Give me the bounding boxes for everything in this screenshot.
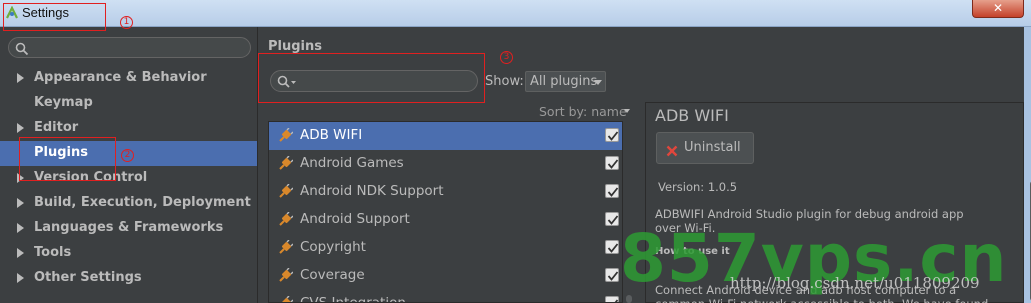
plugin-name: CVS Integration xyxy=(300,295,406,303)
plugin-detail-title: ADB WIFI xyxy=(655,106,729,125)
uninstall-button[interactable]: Uninstall xyxy=(656,132,754,164)
expand-arrow-icon[interactable] xyxy=(17,73,24,83)
sidebar-item-appearance-behavior[interactable]: Appearance & Behavior xyxy=(0,66,257,91)
sidebar-item-label: Tools xyxy=(34,245,72,260)
sidebar-item-build-execution-deployment[interactable]: Build, Execution, Deployment xyxy=(0,191,257,216)
plugin-row[interactable]: Coverage xyxy=(269,262,622,290)
plugin-icon xyxy=(277,183,294,200)
plugin-enabled-checkbox[interactable] xyxy=(605,156,619,170)
sidebar-item-label: Languages & Frameworks xyxy=(34,220,224,235)
plugin-enabled-checkbox[interactable] xyxy=(605,268,619,282)
plugin-enabled-checkbox[interactable] xyxy=(605,240,619,254)
plugin-name: Android NDK Support xyxy=(300,183,444,199)
annotation-number-2: 2 xyxy=(121,149,134,162)
annotation-number-1: 1 xyxy=(120,16,133,29)
annotation-box-3 xyxy=(258,53,485,103)
sidebar-item-label: Editor xyxy=(34,120,79,135)
settings-search-input[interactable] xyxy=(8,37,251,58)
plugin-name: Coverage xyxy=(300,267,365,283)
expand-arrow-icon[interactable] xyxy=(17,273,24,283)
plugin-row[interactable]: Copyright xyxy=(269,234,622,262)
plugin-row[interactable]: Android Support xyxy=(269,206,622,234)
sidebar-item-tools[interactable]: Tools xyxy=(0,241,257,266)
expand-arrow-icon[interactable] xyxy=(17,198,24,208)
sidebar-item-label: Other Settings xyxy=(34,270,142,285)
plugin-enabled-checkbox[interactable] xyxy=(605,212,619,226)
annotation-number-3: 3 xyxy=(500,51,513,64)
chevron-down-icon xyxy=(594,80,602,85)
plugin-name: Android Games xyxy=(300,155,404,171)
sidebar-item-label: Keymap xyxy=(34,95,93,110)
sidebar-item-languages-frameworks[interactable]: Languages & Frameworks xyxy=(0,216,257,241)
red-x-icon xyxy=(666,142,678,161)
plugin-enabled-checkbox[interactable] xyxy=(605,128,619,142)
close-window-button[interactable]: ✕ xyxy=(972,0,1024,18)
plugin-icon xyxy=(277,239,294,256)
sort-dropdown-arrow-icon[interactable] xyxy=(624,109,630,113)
annotation-box-1 xyxy=(3,3,106,31)
plugin-icon xyxy=(277,267,294,284)
plugin-version: Version: 1.0.5 xyxy=(658,180,738,194)
plugin-enabled-checkbox[interactable] xyxy=(605,296,619,302)
sort-bar: Sort by: name xyxy=(268,102,635,121)
sidebar-item-other-settings[interactable]: Other Settings xyxy=(0,266,257,291)
watermark-url: http://blog.csdn.net/u011809209 xyxy=(730,274,980,292)
plugin-icon xyxy=(277,295,294,302)
plugin-list: ADB WIFI Android Games Android NDK Support… xyxy=(268,121,623,303)
plugin-name: Android Support xyxy=(300,211,410,227)
plugin-row[interactable]: Android NDK Support xyxy=(269,178,622,206)
show-filter-value: All plugins xyxy=(530,74,598,89)
plugin-row[interactable]: Android Games xyxy=(269,150,622,178)
sort-by-button[interactable]: Sort by: name xyxy=(539,104,627,119)
expand-arrow-icon[interactable] xyxy=(17,223,24,233)
expand-arrow-icon[interactable] xyxy=(17,123,24,133)
show-filter-dropdown[interactable]: All plugins xyxy=(525,71,606,92)
window-title-bar xyxy=(0,0,1031,27)
sidebar-item-keymap[interactable]: Keymap xyxy=(0,91,257,116)
expand-arrow-icon[interactable] xyxy=(17,248,24,258)
sidebar-item-label: Build, Execution, Deployment xyxy=(34,195,251,210)
plugin-name: Copyright xyxy=(300,239,366,255)
plugin-enabled-checkbox[interactable] xyxy=(605,184,619,198)
uninstall-label: Uninstall xyxy=(684,140,741,155)
search-icon xyxy=(15,41,29,60)
page-title: Plugins xyxy=(268,39,322,54)
plugin-icon xyxy=(277,155,294,172)
annotation-box-2 xyxy=(19,137,116,181)
plugin-row[interactable]: ADB WIFI xyxy=(269,122,622,150)
plugin-row[interactable]: CVS Integration xyxy=(269,290,622,303)
plugin-icon xyxy=(277,127,294,144)
sidebar-item-label: Appearance & Behavior xyxy=(34,70,207,85)
plugin-name: ADB WIFI xyxy=(300,127,363,143)
show-filter-label: Show: xyxy=(485,74,524,89)
plugin-icon xyxy=(277,211,294,228)
